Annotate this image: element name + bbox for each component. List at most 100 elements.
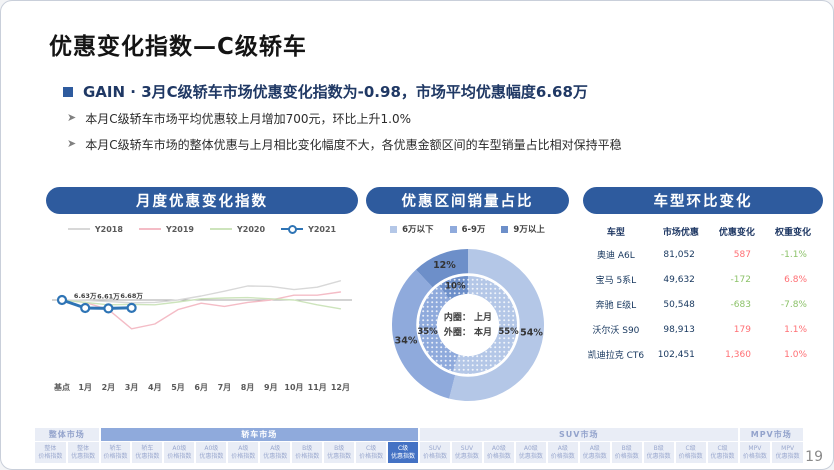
table-header-cell: 市场优惠 (662, 228, 699, 238)
nav-tab-C级-优惠指数[interactable]: C级 优惠指数 (388, 442, 419, 463)
weight-change-cell: -1.1% (780, 249, 807, 260)
nav-tab-B级-价格指数[interactable]: B级 价格指数 (292, 442, 323, 463)
nav-tab-B级-价格指数[interactable]: B级 价格指数 (611, 442, 642, 463)
market-discount-cell: 81,052 (663, 249, 695, 260)
legend-item-9万以上: 9万以上 (501, 223, 545, 235)
nav-tab-轿车-优惠指数[interactable]: 轿车 优惠指数 (132, 442, 163, 463)
svg-text:5月: 5月 (171, 383, 185, 392)
sub-bullet-2: ➤ 本月C级轿车市场的整体优惠与上月相比变化幅度不大，各优惠金额区间的车型销量占… (67, 136, 622, 153)
sub-bullet-1: ➤ 本月C级轿车市场平均优惠较上月增加700元，环比上升1.0% (67, 110, 411, 127)
nav-tab-MPV-价格指数[interactable]: MPV 价格指数 (739, 442, 771, 463)
svg-text:基点: 基点 (53, 382, 70, 392)
discount-change-cell: -683 (730, 299, 751, 310)
table-header-cell: 车型 (606, 228, 625, 238)
legend-item-6万以下: 6万以下 (390, 223, 434, 235)
model-name-cell: 奥迪 A6L (597, 251, 635, 261)
headline-text: GAIN · 3月C级轿车市场优惠变化指数为-0.98，市场平均优惠幅度6.68… (83, 83, 588, 101)
svg-text:11月: 11月 (308, 383, 327, 392)
table-header-cell: 优惠变化 (718, 228, 755, 238)
discount-change-cell: 587 (733, 249, 751, 260)
svg-text:6月: 6月 (194, 383, 208, 392)
bullet-square-icon (63, 86, 73, 97)
bottom-nav: 整体市场 整体 价格指数 整体 优惠指数 轿车市场 轿车 价格指数 轿车 优惠指数 A0级 价格指数 A… (35, 428, 803, 463)
nav-tab-轿车-价格指数[interactable]: 轿车 价格指数 (100, 442, 131, 463)
svg-text:7月: 7月 (218, 383, 232, 392)
monthly-index-line-chart: 6.63万 6.61万 6.68万基点 1月 2月 3月 4月 5月 6月 7月 8月 9月 10月 11… (52, 280, 352, 392)
nav-tab-A级-价格指数[interactable]: A级 价格指数 (228, 442, 259, 463)
nav-tab-B级-优惠指数[interactable]: B级 优惠指数 (324, 442, 355, 463)
nav-tab-row: MPV 价格指数 MPV 优惠指数 (739, 442, 803, 463)
table-row: 沃尔沃 S90 98,913 179 1.1% (583, 317, 823, 342)
nav-tab-A0级-优惠指数[interactable]: A0级 优惠指数 (515, 442, 546, 463)
nav-tab-SUV-价格指数[interactable]: SUV 价格指数 (420, 442, 450, 463)
page-title: 优惠变化指数—C级轿车 (49, 34, 307, 60)
discount-change-cell: -172 (730, 274, 751, 285)
legend-item-Y2018: Y2018 (67, 225, 123, 234)
svg-text:35%: 35% (417, 327, 438, 337)
nav-tab-row: 整体 价格指数 整体 优惠指数 (35, 442, 99, 463)
nav-group: 轿车市场 轿车 价格指数 轿车 优惠指数 A0级 价格指数 A0级 优惠指数 A级 价格指数 A级 优惠… (100, 428, 419, 463)
table-row: 宝马 5系L 49,632 -172 6.8% (583, 267, 823, 292)
model-change-table: 车型 市场优惠 优惠变化 权重变化 奥迪 A6L 81,052 587 -1.1% 宝马 5系… (583, 221, 823, 367)
nav-tab-C级-优惠指数[interactable]: C级 优惠指数 (707, 442, 738, 463)
sub-bullet-1-text: 本月C级轿车市场平均优惠较上月增加700元，环比上升1.0% (85, 112, 411, 126)
nav-tab-A0级-价格指数[interactable]: A0级 价格指数 (164, 442, 195, 463)
table-header-cell: 权重变化 (774, 228, 811, 238)
nav-tab-B级-优惠指数[interactable]: B级 优惠指数 (643, 442, 674, 463)
nav-tab-A0级-价格指数[interactable]: A0级 价格指数 (483, 442, 514, 463)
svg-text:外圈： 本月: 外圈： 本月 (442, 326, 491, 338)
report-slide: 优惠变化指数—C级轿车 GAIN · 3月C级轿车市场优惠变化指数为-0.98，… (0, 0, 834, 470)
svg-text:6.63万: 6.63万 (74, 292, 97, 300)
nav-tab-A0级-优惠指数[interactable]: A0级 优惠指数 (196, 442, 227, 463)
legend-line-swatch-icon (138, 227, 161, 231)
svg-text:1月: 1月 (78, 383, 92, 392)
weight-change-cell: 1.0% (784, 349, 807, 360)
svg-text:10月: 10月 (284, 383, 303, 392)
nav-group-header-整体市场[interactable]: 整体市场 (35, 428, 99, 441)
nav-group-header-MPV市场[interactable]: MPV市场 (739, 428, 803, 441)
svg-text:12月: 12月 (331, 383, 350, 392)
nav-tab-整体-优惠指数[interactable]: 整体 优惠指数 (67, 442, 99, 463)
model-table-body: 奥迪 A6L 81,052 587 -1.1% 宝马 5系L 49,632 -172 6.8%… (583, 242, 823, 367)
nav-tab-C级-价格指数[interactable]: C级 价格指数 (356, 442, 387, 463)
svg-text:9月: 9月 (264, 383, 278, 392)
nav-tab-row: SUV 价格指数 SUV 优惠指数 A0级 价格指数 A0级 优惠指数 A级 价格指数 A级 优惠指数… (420, 442, 738, 463)
nav-tab-C级-价格指数[interactable]: C级 价格指数 (675, 442, 706, 463)
nav-tab-A级-价格指数[interactable]: A级 价格指数 (547, 442, 578, 463)
legend-item-Y2020: Y2020 (210, 225, 265, 234)
nav-tab-A级-优惠指数[interactable]: A级 优惠指数 (260, 442, 291, 463)
legend-item-Y2021: Y2021 (281, 225, 336, 234)
sub-bullet-2-text: 本月C级轿车市场的整体优惠与上月相比变化幅度不大，各优惠金额区间的车型销量占比相… (85, 138, 622, 152)
arrow-bullet-icon: ➤ (67, 137, 77, 150)
legend-item-6-9万: 6-9万 (449, 223, 485, 235)
legend-line-swatch-icon (281, 224, 304, 234)
legend-item-Y2019: Y2019 (138, 225, 194, 234)
nav-tab-MPV-优惠指数[interactable]: MPV 优惠指数 (772, 442, 803, 463)
svg-text:10%: 10% (445, 282, 466, 292)
page-number: 19 (805, 449, 823, 465)
nav-tab-SUV-优惠指数[interactable]: SUV 优惠指数 (451, 442, 482, 463)
nav-group: 整体市场 整体 价格指数 整体 优惠指数 (35, 428, 99, 463)
discount-share-donut-chart: 54% 34% 12% 55% 35% 10% 内圈： 上月外圈： 本月 (391, 249, 544, 401)
legend-square-swatch-icon (449, 225, 457, 233)
line-chart-legend: Y2018 Y2019 Y2020 Y2021 (46, 223, 358, 235)
svg-text:55%: 55% (498, 327, 519, 337)
panel-title-model-change: 车型环比变化 (583, 187, 823, 214)
nav-group: MPV市场 MPV 价格指数 MPV 优惠指数 (739, 428, 803, 463)
donut-chart-legend: 6万以下 6-9万 9万以上 (366, 223, 569, 235)
arrow-bullet-icon: ➤ (67, 111, 77, 124)
legend-marker-icon (288, 224, 298, 234)
table-row: 奥迪 A6L 81,052 587 -1.1% (583, 242, 823, 267)
nav-group-header-轿车市场[interactable]: 轿车市场 (100, 428, 418, 441)
legend-line-swatch-icon (67, 227, 90, 231)
legend-square-swatch-icon (390, 225, 398, 233)
table-row: 凯迪拉克 CT6 102,451 1,360 1.0% (583, 342, 823, 367)
model-name-cell: 沃尔沃 S90 (592, 326, 640, 336)
nav-tab-整体-价格指数[interactable]: 整体 价格指数 (35, 442, 66, 463)
panel-title-discount-share: 优惠区间销量占比 (366, 187, 569, 214)
model-name-cell: 宝马 5系L (595, 276, 637, 286)
svg-text:3月: 3月 (125, 383, 139, 392)
model-name-cell: 凯迪拉克 CT6 (587, 351, 645, 361)
nav-tab-A级-优惠指数[interactable]: A级 优惠指数 (579, 442, 610, 463)
nav-group-header-SUV市场[interactable]: SUV市场 (420, 428, 738, 441)
